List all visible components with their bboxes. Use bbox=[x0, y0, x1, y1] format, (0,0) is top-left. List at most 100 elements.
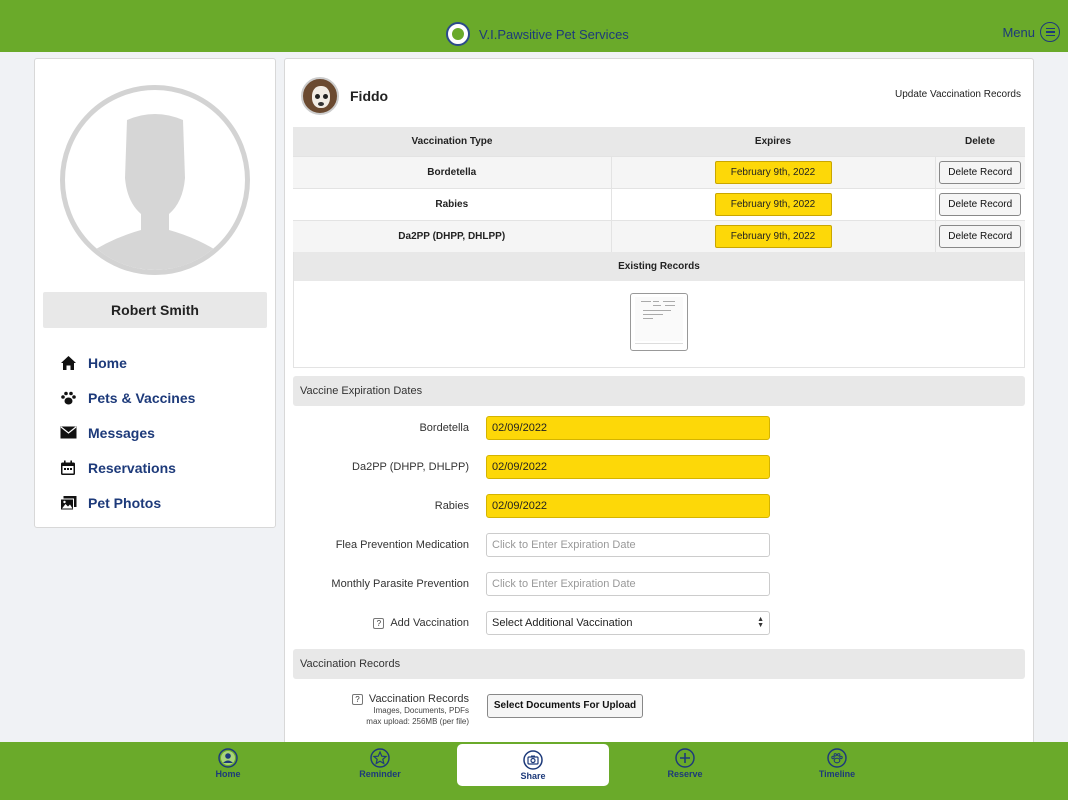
expiration-date-badge: February 9th, 2022 bbox=[714, 192, 832, 216]
delete-record-button[interactable]: Delete Record bbox=[939, 160, 1022, 184]
upload-label: ? Vaccination Records Images, Documents,… bbox=[351, 693, 469, 727]
pet-header: Fiddo bbox=[301, 77, 388, 115]
delete-cell: Delete Record bbox=[935, 219, 1025, 252]
sidebar-item-label: Pets & Vaccines bbox=[88, 389, 196, 406]
hamburger-icon bbox=[1040, 22, 1060, 42]
table-row: Bordetella February 9th, 2022 Delete Rec… bbox=[293, 155, 1025, 188]
da2pp-date-input[interactable]: 02/09/2022 bbox=[486, 455, 770, 479]
existing-records: Existing Records bbox=[293, 252, 1025, 368]
form-row-bordetella: Bordetella 02/09/2022 bbox=[293, 416, 1025, 440]
form-row-parasite-prevention: Monthly Parasite Prevention Click to Ent… bbox=[293, 572, 1025, 596]
delete-cell: Delete Record bbox=[935, 187, 1025, 220]
profile-card: Robert Smith Home Pets & Vaccines Messag… bbox=[34, 58, 276, 528]
expires-cell: February 9th, 2022 bbox=[611, 219, 936, 252]
sidebar-item-home[interactable]: Home bbox=[59, 345, 195, 380]
bottom-nav-label: Timeline bbox=[818, 769, 856, 779]
select-arrows-icon: ▲ ▼ bbox=[757, 616, 764, 629]
sidebar-item-label: Messages bbox=[88, 424, 155, 441]
column-header-delete: Delete bbox=[935, 127, 1025, 156]
rabies-date-input[interactable]: 02/09/2022 bbox=[486, 494, 770, 518]
help-icon[interactable]: ? bbox=[373, 617, 385, 629]
vaccination-type: Da2PP (DHPP, DHLPP) bbox=[293, 219, 612, 252]
bottom-nav-reserve[interactable]: Reserve bbox=[609, 742, 761, 800]
sidebar-nav: Home Pets & Vaccines Messages Reservatio… bbox=[59, 345, 195, 520]
sidebar-item-pets-vaccines[interactable]: Pets & Vaccines bbox=[59, 380, 195, 415]
plus-circle-icon bbox=[675, 748, 695, 768]
sidebar-item-pet-photos[interactable]: Pet Photos bbox=[59, 485, 195, 520]
bottom-nav-label: Share bbox=[520, 771, 546, 781]
section-vaccination-records: Vaccination Records bbox=[293, 649, 1025, 679]
sidebar-item-messages[interactable]: Messages bbox=[59, 415, 195, 450]
vaccination-type: Rabies bbox=[293, 187, 612, 220]
form-row-rabies: Rabies 02/09/2022 bbox=[293, 494, 1025, 518]
upload-hint-types: Images, Documents, PDFs bbox=[373, 706, 469, 715]
field-label: Da2PP (DHPP, DHLPP) bbox=[352, 461, 469, 473]
table-row: Rabies February 9th, 2022 Delete Record bbox=[293, 187, 1025, 220]
section-vaccine-expiration-dates: Vaccine Expiration Dates bbox=[293, 376, 1025, 406]
help-icon[interactable]: ? bbox=[351, 693, 363, 705]
upload-hint-size: max upload: 256MB (per file) bbox=[366, 717, 469, 726]
brand[interactable]: V.I.Pawsitive Pet Services bbox=[446, 22, 629, 46]
envelope-icon bbox=[59, 424, 77, 442]
document-thumbnail[interactable] bbox=[630, 293, 688, 351]
top-bar: V.I.Pawsitive Pet Services Menu bbox=[0, 0, 1068, 52]
existing-records-title: Existing Records bbox=[294, 252, 1024, 281]
update-vaccination-records-link[interactable]: Update Vaccination Records bbox=[895, 89, 1021, 100]
vaccination-table: Vaccination Type Expires Delete Bordetel… bbox=[293, 127, 1025, 252]
table-header-row: Vaccination Type Expires Delete bbox=[293, 127, 1025, 156]
expires-cell: February 9th, 2022 bbox=[611, 155, 936, 188]
expires-cell: February 9th, 2022 bbox=[611, 187, 936, 220]
sidebar-item-label: Home bbox=[88, 354, 127, 371]
upload-title: Vaccination Records bbox=[368, 693, 469, 705]
menu-button[interactable]: Menu bbox=[1002, 22, 1060, 42]
pet-name: Fiddo bbox=[350, 88, 389, 104]
vaccination-type: Bordetella bbox=[293, 155, 612, 188]
paw-icon bbox=[59, 389, 77, 407]
default-user-avatar-icon bbox=[60, 85, 250, 275]
field-label: Flea Prevention Medication bbox=[335, 539, 469, 551]
table-row: Da2PP (DHPP, DHLPP) February 9th, 2022 D… bbox=[293, 219, 1025, 252]
column-header-expires: Expires bbox=[611, 127, 935, 156]
parasite-prevention-date-input[interactable]: Click to Enter Expiration Date bbox=[486, 572, 770, 596]
bottom-nav-home[interactable]: Home bbox=[152, 742, 304, 800]
select-value: Select Additional Vaccination bbox=[492, 617, 633, 629]
home-icon bbox=[59, 354, 77, 372]
field-label: Bordetella bbox=[419, 422, 469, 434]
menu-label: Menu bbox=[1002, 24, 1035, 40]
delete-record-button[interactable]: Delete Record bbox=[939, 192, 1022, 216]
bottom-nav-label: Reminder bbox=[359, 769, 401, 779]
expiration-date-badge: February 9th, 2022 bbox=[714, 160, 832, 184]
delete-record-button[interactable]: Delete Record bbox=[939, 224, 1022, 248]
add-vaccination-label: Add Vaccination bbox=[390, 617, 469, 629]
calendar-icon bbox=[59, 459, 77, 477]
form-row-da2pp: Da2PP (DHPP, DHLPP) 02/09/2022 bbox=[293, 455, 1025, 479]
field-label: Monthly Parasite Prevention bbox=[331, 578, 469, 590]
bottom-nav-timeline[interactable]: Timeline bbox=[761, 742, 913, 800]
form-row-flea-prevention: Flea Prevention Medication Click to Ente… bbox=[293, 533, 1025, 557]
user-circle-icon bbox=[218, 748, 238, 768]
select-documents-button[interactable]: Select Documents For Upload bbox=[487, 694, 643, 718]
vaccination-panel: Fiddo Update Vaccination Records Vaccina… bbox=[284, 58, 1034, 748]
sidebar-item-label: Pet Photos bbox=[88, 494, 162, 511]
pet-avatar[interactable] bbox=[301, 77, 339, 115]
flea-prevention-date-input[interactable]: Click to Enter Expiration Date bbox=[486, 533, 770, 557]
bottom-nav: Home Reminder Share Reserve Timeline bbox=[0, 742, 1068, 800]
paw-circle-icon bbox=[827, 748, 847, 768]
field-label: Rabies bbox=[434, 500, 469, 512]
delete-cell: Delete Record bbox=[935, 155, 1025, 188]
brand-name: V.I.Pawsitive Pet Services bbox=[479, 26, 629, 42]
expiration-date-badge: February 9th, 2022 bbox=[714, 224, 832, 248]
brand-logo-icon bbox=[446, 22, 470, 46]
star-circle-icon bbox=[370, 748, 390, 768]
bottom-nav-label: Reserve bbox=[667, 769, 703, 779]
bottom-nav-share[interactable]: Share bbox=[457, 744, 609, 786]
sidebar-item-label: Reservations bbox=[88, 459, 176, 476]
add-vaccination-select[interactable]: Select Additional Vaccination ▲ ▼ bbox=[486, 611, 770, 635]
bordetella-date-input[interactable]: 02/09/2022 bbox=[486, 416, 770, 440]
form-row-add-vaccination: ? Add Vaccination Select Additional Vacc… bbox=[293, 611, 1025, 635]
sidebar-item-reservations[interactable]: Reservations bbox=[59, 450, 195, 485]
camera-icon bbox=[523, 750, 543, 770]
photos-icon bbox=[59, 494, 77, 512]
bottom-nav-reminder[interactable]: Reminder bbox=[304, 742, 456, 800]
bottom-nav-label: Home bbox=[215, 769, 241, 779]
